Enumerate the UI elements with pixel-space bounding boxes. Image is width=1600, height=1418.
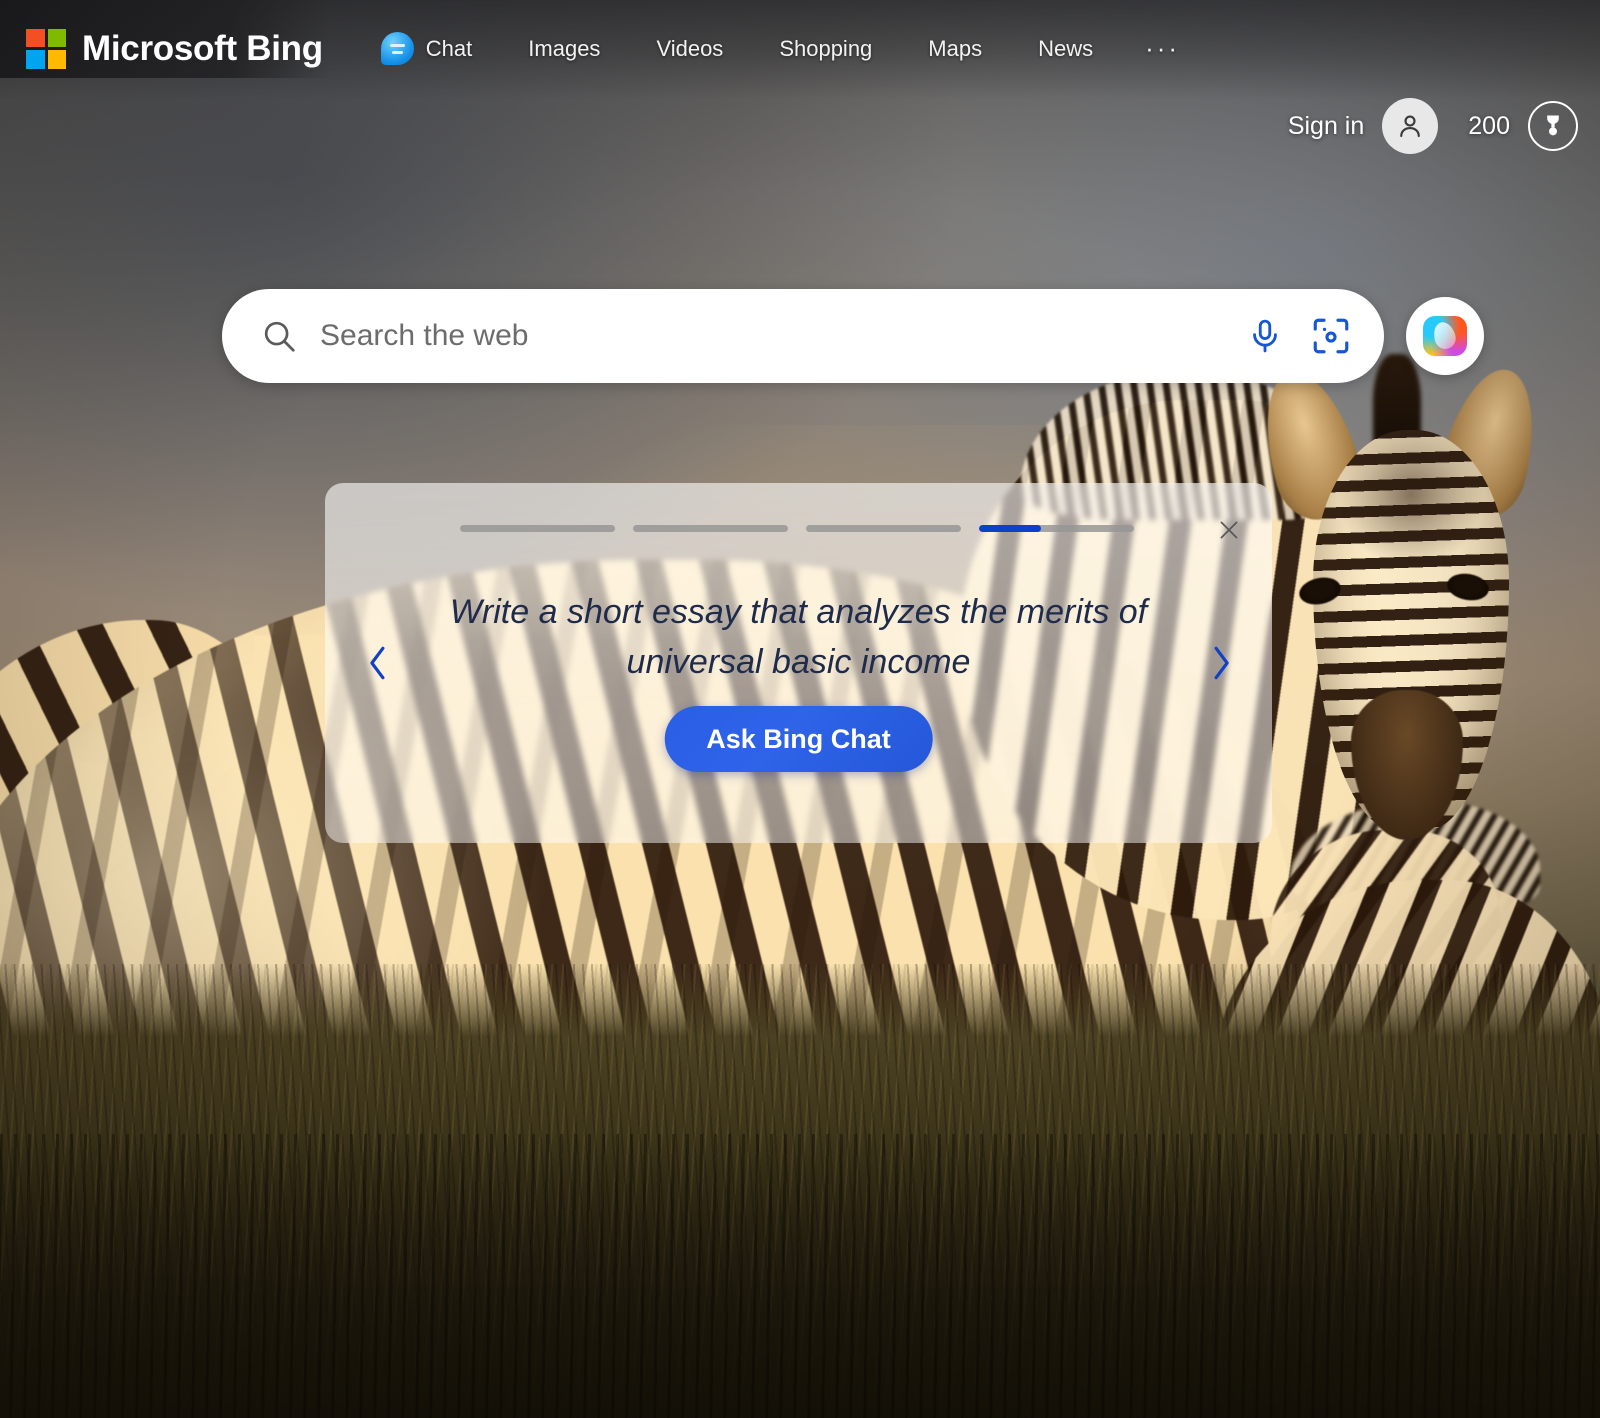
nav-item-news[interactable]: News <box>1010 36 1121 62</box>
nav-links: Chat Images Videos Shopping Maps News ··… <box>371 32 1204 65</box>
search-input[interactable] <box>320 319 1246 353</box>
ask-bing-chat-button[interactable]: Ask Bing Chat <box>664 706 933 772</box>
close-button[interactable] <box>1212 513 1246 547</box>
chevron-left-icon <box>363 641 393 685</box>
nav-item-label: Chat <box>426 36 472 62</box>
person-icon <box>1395 111 1425 141</box>
carousel-progress-segment[interactable] <box>460 525 615 532</box>
microphone-button[interactable] <box>1246 317 1284 355</box>
carousel-progress-segment[interactable] <box>806 525 961 532</box>
primary-navigation: Microsoft Bing Chat Images Videos Shoppi… <box>0 0 1600 97</box>
nav-item-images[interactable]: Images <box>500 36 628 62</box>
rewards-medal-icon <box>1539 112 1567 140</box>
nav-item-chat[interactable]: Chat <box>371 32 500 65</box>
search-icon <box>260 317 298 355</box>
brand-name: Microsoft Bing <box>82 29 323 69</box>
rewards-points: 200 <box>1468 112 1510 141</box>
grass-foreground-dark <box>0 1134 1600 1418</box>
nav-more-icon[interactable]: ··· <box>1121 33 1204 64</box>
nav-item-label: Maps <box>928 36 982 62</box>
zebra-head <box>1295 360 1555 880</box>
avatar[interactable] <box>1382 98 1438 154</box>
nav-item-maps[interactable]: Maps <box>900 36 1010 62</box>
carousel-progress <box>460 525 1134 532</box>
carousel-next-button[interactable] <box>1196 631 1246 695</box>
carousel-progress-segment[interactable] <box>633 525 788 532</box>
microsoft-logo-icon <box>26 29 66 69</box>
microphone-icon <box>1246 317 1284 355</box>
chevron-right-icon <box>1206 641 1236 685</box>
search-box[interactable] <box>222 289 1384 383</box>
search-input-wrap <box>260 317 1246 355</box>
visual-search-button[interactable] <box>1310 315 1352 357</box>
microsoft-bing-logo[interactable]: Microsoft Bing <box>26 29 323 69</box>
rewards-badge[interactable] <box>1528 101 1578 151</box>
visual-search-camera-icon <box>1310 315 1352 357</box>
prompt-text: Write a short essay that analyzes the me… <box>445 588 1152 687</box>
nav-item-shopping[interactable]: Shopping <box>751 36 900 62</box>
carousel-prev-button[interactable] <box>353 631 403 695</box>
nav-item-label: News <box>1038 36 1093 62</box>
account-controls: Sign in 200 <box>1288 98 1578 154</box>
chat-prompt-carousel: Write a short essay that analyzes the me… <box>325 483 1272 843</box>
nav-item-label: Images <box>528 36 600 62</box>
header-bar: Microsoft Bing Chat Images Videos Shoppi… <box>0 0 1600 100</box>
nav-item-label: Shopping <box>779 36 872 62</box>
search-actions <box>1246 315 1358 357</box>
nav-item-label: Videos <box>656 36 723 62</box>
copilot-button[interactable] <box>1406 297 1484 375</box>
search-row <box>222 288 1552 384</box>
carousel-progress-segment-active[interactable] <box>979 525 1134 532</box>
sign-in-link[interactable]: Sign in <box>1288 112 1364 141</box>
chat-bubble-icon <box>381 32 414 65</box>
copilot-icon <box>1423 316 1467 356</box>
close-icon <box>1216 517 1242 543</box>
nav-item-videos[interactable]: Videos <box>628 36 751 62</box>
